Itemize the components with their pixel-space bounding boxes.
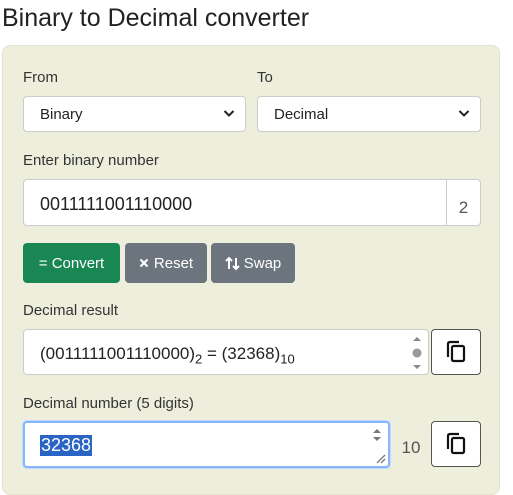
from-select-value: Binary	[40, 106, 83, 123]
result-scrollbar[interactable]	[412, 336, 422, 370]
to-label: To	[257, 69, 273, 86]
binary-input[interactable]: 0011111001110000	[23, 179, 447, 226]
spinner-arrows[interactable]	[372, 428, 382, 442]
copy-decimal-button[interactable]	[431, 421, 481, 467]
decimal-number-label: Decimal number (5 digits)	[23, 395, 194, 412]
from-select[interactable]: Binary	[23, 96, 246, 132]
decimal-result-box[interactable]: (0011111001110000)2 = (32368)10	[23, 329, 429, 375]
page-title: Binary to Decimal converter	[2, 4, 310, 32]
result-decimal: (32368)	[221, 344, 281, 363]
base-10-addon: 10	[401, 438, 421, 457]
resize-handle-icon[interactable]	[374, 452, 386, 464]
converter-panel: From To Binary Decimal Enter binary numb…	[2, 45, 500, 495]
decimal-number-input[interactable]: 32368	[23, 421, 390, 468]
result-expression: (0011111001110000)2 = (32368)10	[40, 344, 295, 366]
copy-icon	[446, 340, 466, 363]
binary-input-value: 0011111001110000	[40, 194, 193, 214]
chevron-down-icon	[223, 110, 235, 117]
result-equals: =	[202, 344, 222, 363]
x-icon	[139, 258, 149, 268]
swap-label: Swap	[243, 254, 282, 272]
to-select-value: Decimal	[274, 106, 329, 123]
decimal-result-label: Decimal result	[23, 302, 119, 319]
to-select[interactable]: Decimal	[257, 96, 481, 132]
base-2-addon: 2	[446, 179, 481, 226]
from-label: From	[23, 69, 58, 86]
result-to-base: 10	[280, 351, 295, 367]
convert-button[interactable]: = Convert	[23, 243, 120, 283]
binary-input-label: Enter binary number	[23, 152, 159, 169]
swap-arrows-icon	[225, 256, 240, 270]
copy-icon	[446, 432, 466, 455]
reset-label: Reset	[153, 254, 194, 272]
result-binary: (0011111001110000)	[40, 344, 196, 363]
swap-button[interactable]: Swap	[211, 243, 295, 283]
chevron-down-icon	[458, 110, 470, 117]
decimal-number-value: 32368	[40, 435, 93, 456]
copy-result-button[interactable]	[431, 329, 481, 375]
reset-button[interactable]: Reset	[125, 243, 207, 283]
